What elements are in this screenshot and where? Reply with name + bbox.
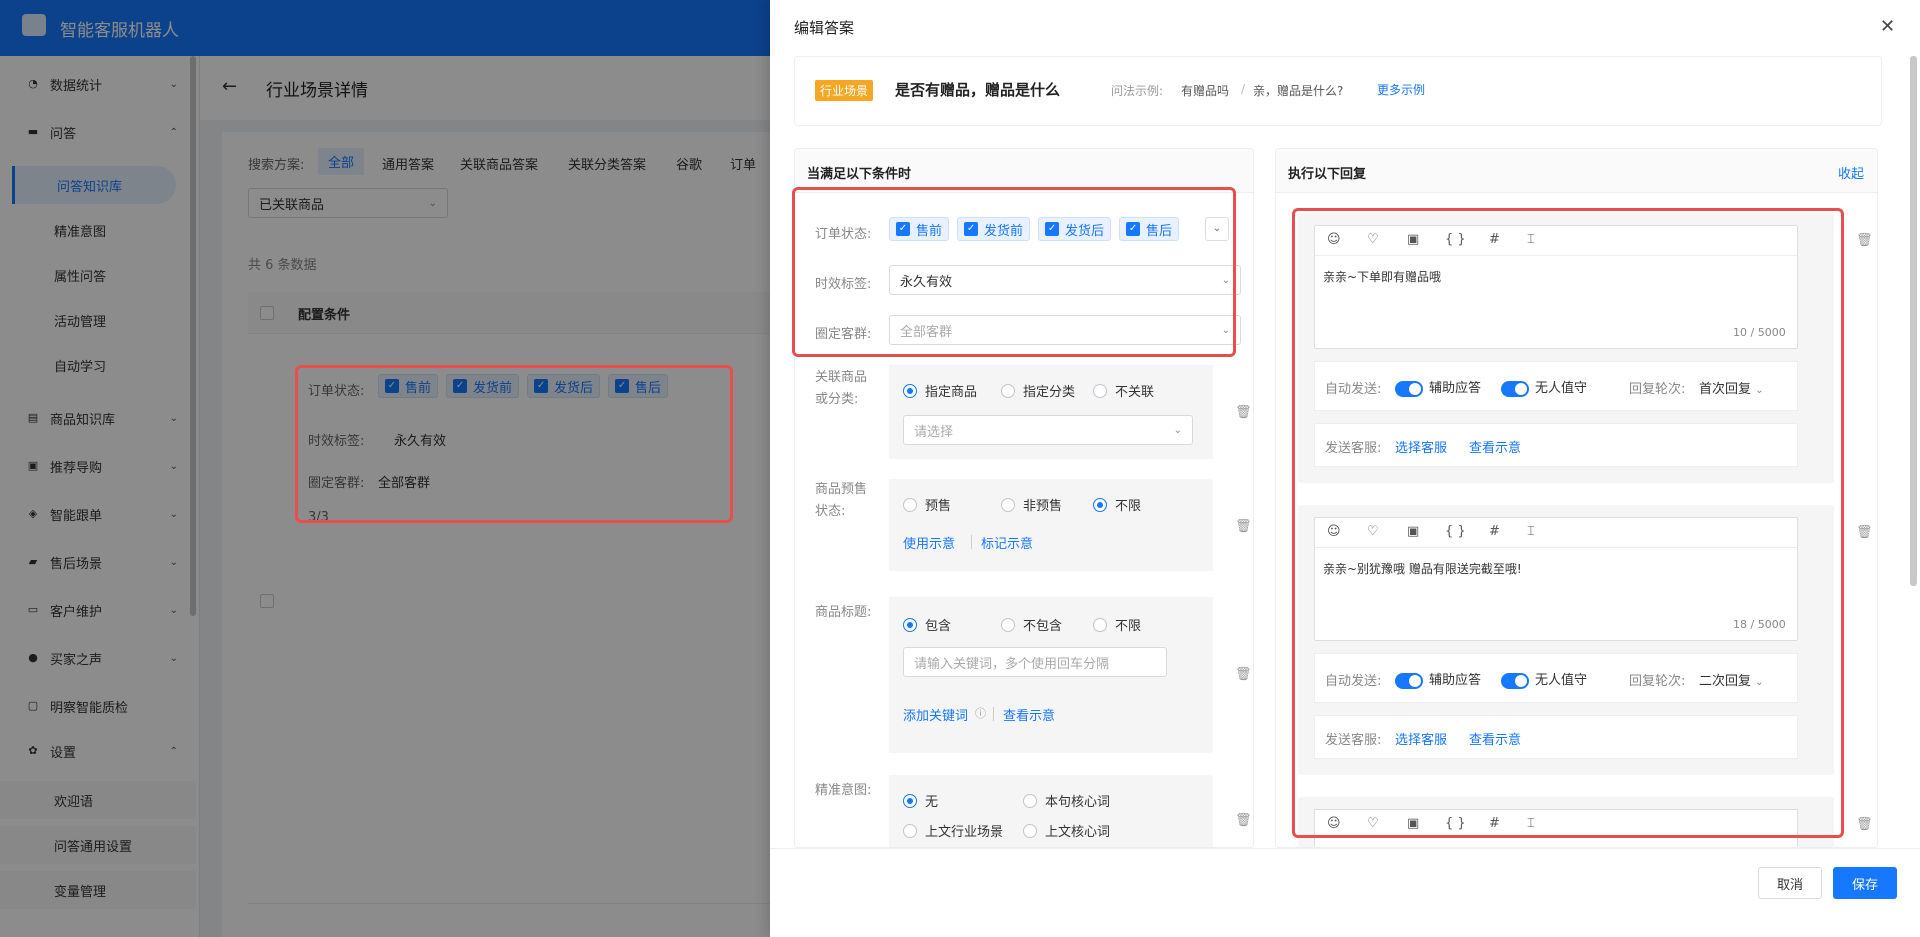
example-sep: / (1241, 82, 1246, 96)
info-icon: ⓘ (975, 707, 986, 720)
conditions-title: 当满足以下条件时 (807, 167, 912, 182)
usage-example-link[interactable]: 使用示意 (903, 533, 955, 552)
intent-core-radio[interactable]: 本句核心词 (1023, 791, 1110, 810)
highlight-box-main (295, 365, 733, 523)
assoc-label: 关联商品或分类: (815, 370, 868, 407)
intent-prev-core-radio[interactable]: 上文核心词 (1023, 821, 1110, 840)
question-text: 是否有赠品，赠品是什么 (895, 81, 1061, 99)
keyword-input[interactable]: 请输入关键词，多个使用回车分隔 (903, 647, 1167, 677)
replies-header: 执行以下回复 收起 (1276, 149, 1877, 193)
intent-none-radio[interactable]: 无 (903, 791, 938, 810)
assoc-product-select[interactable]: 请选择 ⌄ (903, 415, 1193, 445)
drawer-footer: 取消 保存 (770, 848, 1920, 937)
intent-prev-scene-radio[interactable]: 上文行业场景 (903, 821, 1003, 840)
delete-icon[interactable]: 🗑 (1235, 519, 1252, 534)
product-title-box: 包含 不包含 不限 请输入关键词，多个使用回车分隔 添加关键词 ⓘ 查看示意 (889, 597, 1213, 753)
delete-icon[interactable]: 🗑 (1856, 233, 1873, 248)
delete-icon[interactable]: 🗑 (1235, 405, 1252, 420)
drawer-scrollbar[interactable] (1910, 56, 1917, 586)
replies-title: 执行以下回复 (1288, 167, 1367, 182)
drawer-title: 编辑答案 (794, 19, 855, 37)
title-excludes-radio[interactable]: 不包含 (1001, 615, 1062, 634)
delete-icon[interactable]: 🗑 (1856, 817, 1873, 832)
highlight-box-conditions (792, 187, 1236, 357)
scene-tag: 行业场景 (815, 80, 874, 101)
example-label: 问法示例: (1111, 84, 1164, 98)
title-contains-radio[interactable]: 包含 (903, 615, 951, 634)
save-button[interactable]: 保存 (1833, 867, 1897, 899)
edit-answer-drawer: 编辑答案 ✕ 行业场景 是否有赠品，赠品是什么 问法示例: 有赠品吗 / 亲，赠… (770, 0, 1920, 937)
chevron-down-icon: ⌄ (1173, 424, 1182, 436)
product-title-label: 商品标题: (815, 605, 872, 620)
intent-box: 无 本句核心词 上文行业场景 上文核心词 (889, 775, 1213, 847)
delete-icon[interactable]: 🗑 (1856, 525, 1873, 540)
assoc-specific-radio[interactable]: 指定商品 (903, 381, 977, 400)
delete-icon[interactable]: 🗑 (1235, 667, 1252, 682)
presale-box: 预售 非预售 不限 使用示意 标记示意 (889, 479, 1213, 571)
link-divider (971, 535, 972, 549)
link-divider (993, 707, 994, 721)
presale-no-radio[interactable]: 非预售 (1001, 495, 1062, 514)
mark-example-link[interactable]: 标记示意 (981, 533, 1033, 552)
question-card: 行业场景 是否有赠品，赠品是什么 问法示例: 有赠品吗 / 亲，赠品是什么? 更… (794, 56, 1882, 126)
view-example-link[interactable]: 查看示意 (1003, 705, 1055, 724)
add-keyword-link[interactable]: 添加关键词 (903, 705, 968, 724)
highlight-box-replies (1292, 208, 1844, 838)
cancel-button[interactable]: 取消 (1758, 867, 1822, 899)
example-1: 有赠品吗 (1181, 84, 1230, 98)
presale-label: 商品预售状态: (815, 482, 868, 519)
assoc-category-radio[interactable]: 指定分类 (1001, 381, 1075, 400)
example-2: 亲，赠品是什么? (1253, 84, 1344, 98)
more-examples-link[interactable]: 更多示例 (1377, 81, 1425, 98)
presale-yes-radio[interactable]: 预售 (903, 495, 951, 514)
intent-label: 精准意图: (815, 783, 872, 798)
assoc-box: 指定商品 指定分类 不关联 请选择 ⌄ (889, 365, 1213, 459)
delete-icon[interactable]: 🗑 (1235, 813, 1252, 828)
presale-any-radio[interactable]: 不限 (1093, 495, 1141, 514)
collapse-link[interactable]: 收起 (1838, 163, 1864, 182)
close-icon[interactable]: ✕ (1880, 16, 1895, 37)
title-any-radio[interactable]: 不限 (1093, 615, 1141, 634)
assoc-none-radio[interactable]: 不关联 (1093, 381, 1154, 400)
